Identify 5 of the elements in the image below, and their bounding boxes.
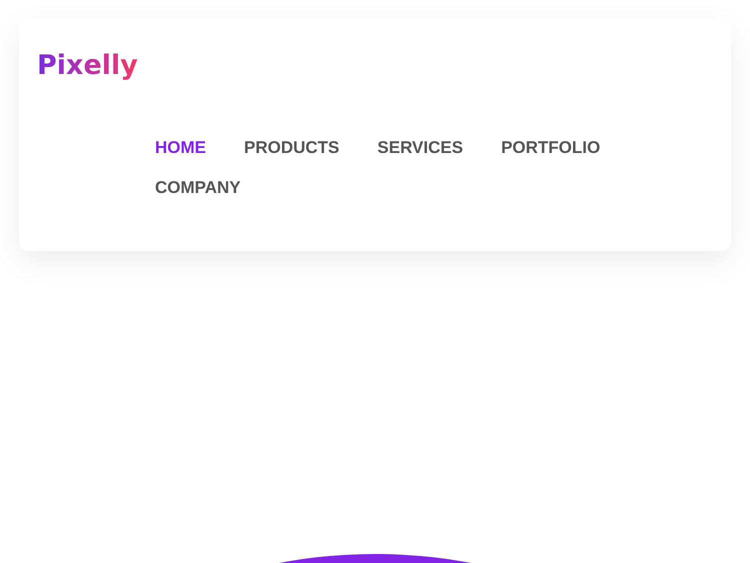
nav-link[interactable]: HOME [155, 138, 206, 158]
nav-link[interactable]: PRODUCTS [244, 138, 340, 158]
nav-link[interactable]: COMPANY [155, 178, 241, 198]
nav-link[interactable]: SERVICES [377, 138, 464, 158]
nav-link[interactable]: PORTFOLIO [501, 138, 600, 158]
